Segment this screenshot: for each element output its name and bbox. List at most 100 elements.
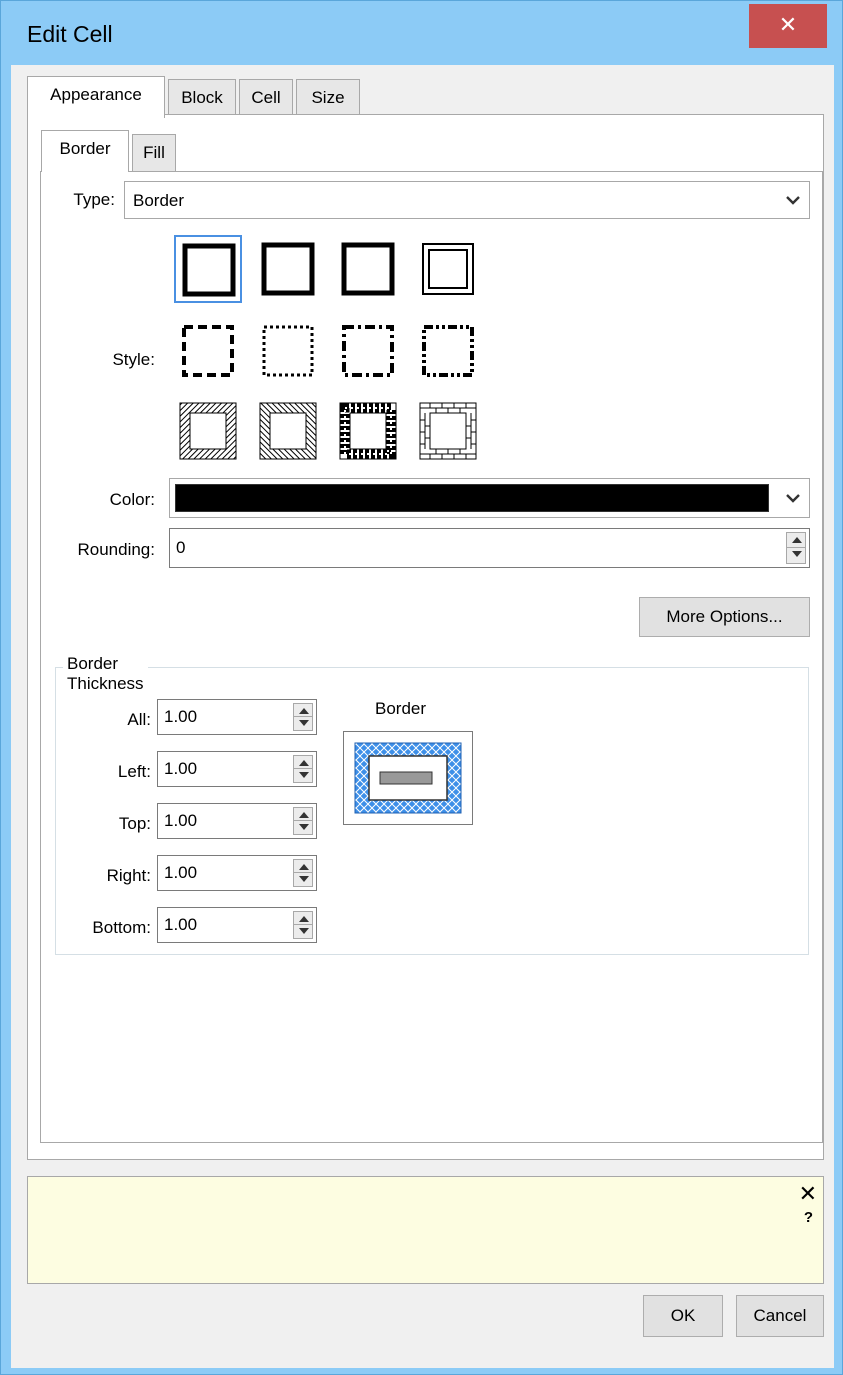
edit-cell-dialog: Edit Cell ✕ Appearance Block Cell Size B… [0,0,843,1375]
rounding-input[interactable]: 0 [169,528,810,568]
spinner-down-button[interactable] [787,548,805,563]
tab-appearance[interactable]: Appearance [27,76,165,118]
appearance-panel: Border Fill Type: Border Style: Color: R… [27,114,824,1160]
right-thickness-value: 1.00 [164,863,198,882]
spinner-down-button[interactable] [294,769,312,782]
bottom-thickness-value: 1.00 [164,915,198,934]
style-hatched-left-option[interactable] [175,398,241,464]
top-thickness-input[interactable]: 1.00 [157,803,317,839]
double-border-icon [422,243,474,295]
color-label: Color: [109,490,155,509]
dashed-border-icon [182,325,234,377]
spinner-up-button[interactable] [294,912,312,925]
left-thickness-spinner[interactable] [293,755,313,783]
border-preview-icon [354,742,462,814]
right-label: Right: [106,866,151,885]
style-solid-option[interactable] [335,236,401,302]
style-dotted-option[interactable] [255,318,321,384]
solid-medium-border-icon [261,242,315,296]
more-options-button[interactable]: More Options... [639,597,810,637]
right-thickness-spinner[interactable] [293,859,313,887]
spinner-up-button[interactable] [294,860,312,873]
ok-button[interactable]: OK [643,1295,723,1337]
bottom-label: Bottom: [92,918,151,937]
spinner-up-button[interactable] [294,704,312,717]
spinner-up-button[interactable] [294,808,312,821]
bottom-thickness-spinner[interactable] [293,911,313,939]
top-thickness-spinner[interactable] [293,807,313,835]
rounding-value: 0 [176,538,186,557]
all-thickness-value: 1.00 [164,707,198,726]
tab-fill[interactable]: Fill [132,134,176,172]
tab-size[interactable]: Size [296,79,360,117]
close-button[interactable]: ✕ [749,4,827,48]
dotted-border-icon [262,325,314,377]
window-title: Edit Cell [27,21,113,47]
dialog-client: Appearance Block Cell Size Border Fill T… [11,65,834,1368]
solid-border-icon [341,242,395,296]
arrow-down-icon [299,928,309,934]
type-label: Type: [73,190,115,209]
tab-border[interactable]: Border [41,130,129,172]
arrow-down-icon [299,824,309,830]
arrow-down-icon [792,551,802,557]
rounding-label: Rounding: [77,540,155,559]
dash-dot-border-icon [342,325,394,377]
close-info-icon[interactable]: ✕ [799,1181,817,1207]
all-thickness-input[interactable]: 1.00 [157,699,317,735]
border-preview [343,731,473,825]
style-double-option[interactable] [415,236,481,302]
spinner-down-button[interactable] [294,873,312,886]
all-thickness-spinner[interactable] [293,703,313,731]
chevron-down-icon [786,196,800,205]
style-brick-option[interactable] [415,398,481,464]
spinner-down-button[interactable] [294,821,312,834]
solid-thick-border-icon [182,243,236,297]
beaded-border-icon [339,402,397,460]
left-label: Left: [117,762,151,781]
color-dropdown[interactable] [169,478,810,518]
style-dash-dot-option[interactable] [335,318,401,384]
cancel-button[interactable]: Cancel [736,1295,824,1337]
spinner-down-button[interactable] [294,717,312,730]
arrow-down-icon [299,772,309,778]
left-thickness-value: 1.00 [164,759,198,778]
arrow-up-icon [792,537,802,543]
dash-dot-dot-border-icon [422,325,474,377]
arrow-down-icon [299,876,309,882]
info-bar: ✕ ? [27,1176,824,1284]
border-panel: Type: Border Style: Color: Rounding: 0 M… [40,171,823,1143]
spinner-up-button[interactable] [294,756,312,769]
style-solid-medium-option[interactable] [255,236,321,302]
style-solid-thick-option[interactable] [174,235,242,303]
chevron-down-icon [786,494,800,503]
all-label: All: [127,710,151,729]
style-dashed-option[interactable] [175,318,241,384]
spinner-down-button[interactable] [294,925,312,938]
title-bar: Edit Cell ✕ [1,1,842,65]
style-hatched-right-option[interactable] [255,398,321,464]
style-beaded-option[interactable] [335,398,401,464]
color-swatch [175,484,769,512]
tab-block[interactable]: Block [168,79,236,117]
rounding-spinner[interactable] [786,532,806,564]
arrow-up-icon [299,864,309,870]
bottom-thickness-input[interactable]: 1.00 [157,907,317,943]
help-icon[interactable]: ? [804,1209,813,1226]
border-preview-label: Border [375,699,427,718]
arrow-up-icon [299,812,309,818]
arrow-up-icon [299,760,309,766]
tab-cell[interactable]: Cell [239,79,293,117]
border-thickness-title: Border Thickness [63,654,148,694]
arrow-up-icon [299,708,309,714]
brick-border-icon [419,402,477,460]
left-thickness-input[interactable]: 1.00 [157,751,317,787]
arrow-up-icon [299,916,309,922]
hatched-border-icon [259,402,317,460]
arrow-down-icon [299,720,309,726]
type-dropdown[interactable]: Border [124,181,810,219]
style-label: Style: [112,350,155,369]
spinner-up-button[interactable] [787,533,805,548]
style-dash-dot-dot-option[interactable] [415,318,481,384]
right-thickness-input[interactable]: 1.00 [157,855,317,891]
